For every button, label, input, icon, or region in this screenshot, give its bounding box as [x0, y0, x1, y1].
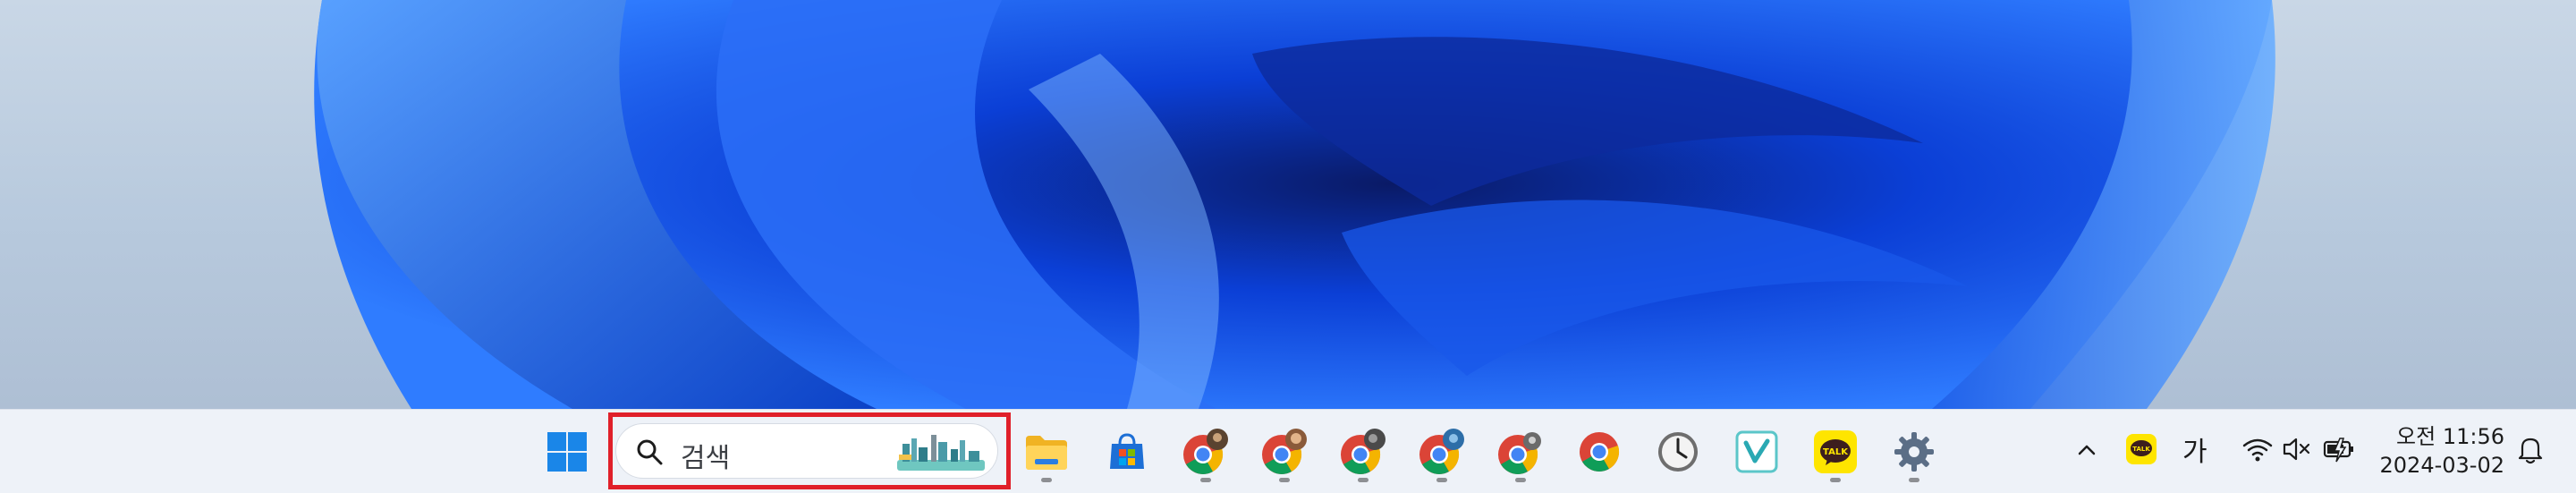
running-indicator — [1358, 478, 1368, 482]
taskbar-clock[interactable]: 오전 11:56 2024-03-02 — [2370, 422, 2504, 480]
wifi-icon — [2242, 438, 2273, 462]
start-button[interactable] — [537, 421, 597, 482]
taskbar-v-app[interactable] — [1726, 421, 1787, 482]
taskbar-kakaotalk[interactable]: TALK — [1805, 421, 1866, 482]
taskbar: 검색 TALK TALK 가 오전 11:56 2024-03-02 — [0, 409, 2576, 493]
chrome-profile-1-icon — [1183, 429, 1228, 474]
svg-text:TALK: TALK — [1823, 447, 1849, 457]
clock-app-icon — [1658, 432, 1698, 472]
taskbar-clock-app[interactable] — [1648, 421, 1708, 482]
running-indicator — [1830, 478, 1841, 482]
bell-icon — [2518, 438, 2543, 464]
kakaotalk-tray-label: TALK — [2132, 446, 2150, 453]
running-indicator — [1515, 478, 1526, 482]
v-app-icon — [1735, 430, 1778, 473]
running-indicator — [1909, 478, 1919, 482]
chevron-up-icon — [2078, 445, 2096, 455]
microsoft-store-icon — [1110, 433, 1144, 469]
tray-network[interactable] — [2241, 433, 2274, 465]
taskbar-chrome-profile-3[interactable] — [1333, 421, 1394, 482]
clock-date: 2024-03-02 — [2379, 453, 2504, 478]
tray-volume[interactable] — [2281, 433, 2313, 465]
running-indicator — [1200, 478, 1211, 482]
taskbar-chrome-profile-1[interactable] — [1175, 421, 1236, 482]
running-indicator — [1041, 478, 1052, 482]
search-highlight-box — [608, 412, 1011, 489]
running-indicator — [1436, 478, 1447, 482]
kakaotalk-tray-icon: TALK — [2126, 434, 2157, 464]
kakaotalk-icon: TALK — [1814, 430, 1857, 473]
taskbar-file-explorer[interactable] — [1016, 421, 1077, 482]
taskbar-chrome[interactable] — [1569, 421, 1630, 482]
running-indicator — [1279, 478, 1290, 482]
notification-center-button[interactable] — [2515, 434, 2546, 466]
chrome-profile-3-icon — [1341, 429, 1385, 474]
taskbar-chrome-profile-4[interactable] — [1411, 421, 1472, 482]
ime-indicator[interactable]: 가 — [2182, 429, 2207, 469]
show-hidden-icons-button[interactable] — [2072, 435, 2102, 465]
taskbar-microsoft-store[interactable] — [1097, 421, 1157, 482]
battery-charging-icon — [2323, 438, 2353, 463]
chrome-profile-5-icon — [1498, 432, 1541, 474]
settings-gear-icon — [1894, 432, 1934, 472]
tray-battery[interactable] — [2322, 433, 2356, 465]
chrome-icon — [1580, 432, 1620, 472]
chrome-profile-4-icon — [1419, 429, 1464, 474]
taskbar-chrome-profile-2[interactable] — [1254, 421, 1315, 482]
file-explorer-icon — [1026, 436, 1067, 470]
desktop-wallpaper — [0, 0, 2576, 409]
chrome-profile-2-icon — [1262, 429, 1307, 474]
clock-time: 오전 11:56 — [2396, 424, 2504, 449]
tray-kakaotalk[interactable]: TALK — [2125, 433, 2157, 465]
volume-muted-icon — [2283, 438, 2310, 461]
bloom-wallpaper-image — [314, 0, 2275, 409]
windows-start-icon — [547, 432, 587, 472]
taskbar-settings[interactable] — [1884, 421, 1945, 482]
taskbar-chrome-profile-5[interactable] — [1490, 421, 1551, 482]
